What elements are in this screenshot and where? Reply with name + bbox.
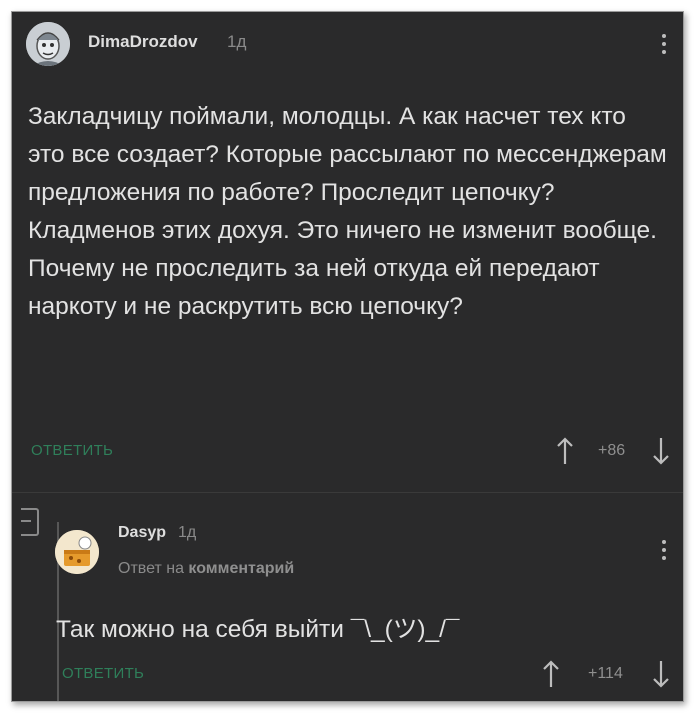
author-name[interactable]: Dasyp [118,524,166,542]
reply-button[interactable]: ОТВЕТИТЬ [31,442,113,459]
reply-to-label: Ответ на комментарий [118,560,294,578]
kebab-menu-icon[interactable] [662,540,668,564]
collapse-thread-icon[interactable] [21,508,39,536]
reply-to-link[interactable]: комментарий [188,560,294,577]
vote-score: +86 [598,442,626,459]
comment-time: 1д [227,32,247,51]
arrow-up-icon[interactable] [556,437,574,469]
comment-paragraph: Закладчицу поймали, молодцы. А как насче… [28,103,667,206]
comment-body: Так можно на себя выйти ¯\_(ツ)_/¯ [56,616,460,643]
avatar[interactable] [26,22,70,66]
arrow-down-icon[interactable] [652,437,670,469]
comment-paragraph: Кладменов этих дохуя. Это ничего не изме… [28,217,657,320]
kebab-menu-icon[interactable] [662,34,668,58]
author-name[interactable]: DimaDrozdov [88,32,198,52]
comment-time: 1д [178,524,197,541]
reply-to-prefix: Ответ на [118,560,184,577]
comment-body: Закладчицу поймали, молодцы. А как насче… [28,98,668,326]
divider [12,492,683,493]
avatar[interactable] [55,530,99,574]
vote-score: +114 [588,665,623,682]
arrow-up-icon[interactable] [542,660,560,692]
comment-thread: DimaDrozdov 1д Закладчицу поймали, молод… [11,11,684,702]
reply-button[interactable]: ОТВЕТИТЬ [62,665,144,682]
arrow-down-icon[interactable] [652,660,670,692]
